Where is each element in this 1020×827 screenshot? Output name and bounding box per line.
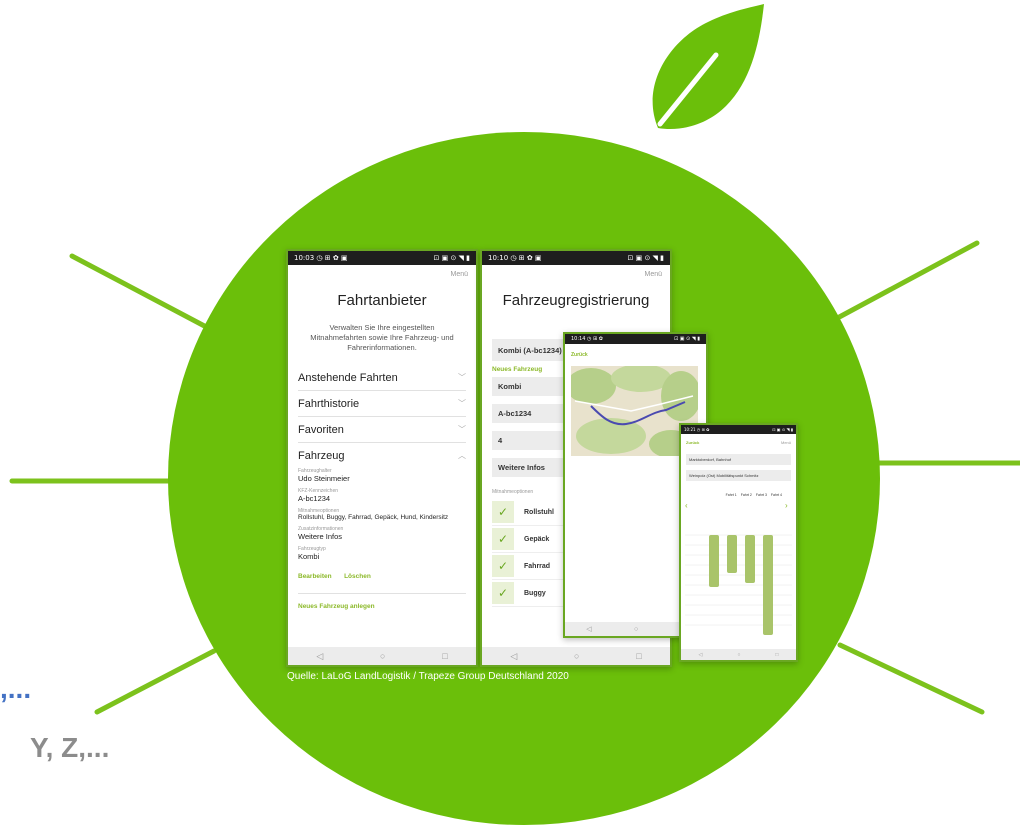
chevron-down-icon: ﹀ xyxy=(458,425,466,434)
to-field[interactable]: Weinpolz (Ost) Mobilitätspunkt Schmitz xyxy=(686,470,791,481)
from-field[interactable]: Marktoberdorf, Bahnhof xyxy=(686,454,791,465)
recent-nav-icon[interactable]: □ xyxy=(775,652,778,658)
chevron-down-icon: ﹀ xyxy=(458,399,466,408)
ride-bar-2 xyxy=(727,535,737,573)
check-icon: ✓ xyxy=(492,501,514,523)
ride-bar-4 xyxy=(763,535,773,635)
phone-schedule: 10:21 ◷ ⊞ ✿ ⊡ ▣ ⊙ ◥ ▮ Zurück Menü Markto… xyxy=(679,423,798,662)
nav-bar: ◁ ○ □ xyxy=(681,649,796,660)
ride-label: Fahrt 2 xyxy=(740,493,752,497)
chevron-down-icon: ﹀ xyxy=(458,373,466,382)
transport-value: Rollstuhl, Buggy, Fahrrad, Gepäck, Hund,… xyxy=(298,514,449,521)
recent-nav-icon[interactable]: □ xyxy=(442,651,447,661)
check-icon: ✓ xyxy=(492,582,514,604)
status-bar: 10:14 ◷ ⊞ ✿ ⊡ ▣ ⊙ ◥ ▮ xyxy=(565,334,706,344)
phone-fahrtanbieter: 10:03 ◷ ⊞ ✿ ▣ ⊡ ▣ ⊙ ◥ ▮ Menü Fahrtanbiet… xyxy=(286,249,478,667)
side-text-blue: ,... xyxy=(0,673,32,704)
back-nav-icon[interactable]: ◁ xyxy=(699,652,703,658)
schedule-grid xyxy=(685,534,792,635)
ride-label: Fahrt 3 xyxy=(755,493,767,497)
back-nav-icon[interactable]: ◁ xyxy=(316,651,323,662)
next-arrow-icon[interactable]: › xyxy=(785,501,788,510)
prev-arrow-icon[interactable]: ‹ xyxy=(685,501,688,510)
check-icon: ✓ xyxy=(492,528,514,550)
home-nav-icon[interactable]: ○ xyxy=(737,652,740,658)
check-icon: ✓ xyxy=(492,555,514,577)
chevron-up-icon: ︿ xyxy=(458,451,466,460)
back-link[interactable]: Zurück xyxy=(571,352,700,358)
delete-link[interactable]: Löschen xyxy=(344,573,371,580)
ride-label: Fahrt 1 xyxy=(725,493,737,497)
recent-nav-icon[interactable]: □ xyxy=(636,651,641,661)
type-value: Kombi xyxy=(298,552,320,561)
section-anstehende-fahrten[interactable]: Anstehende Fahrten ﹀ xyxy=(298,365,466,391)
nav-bar: ◁ ○ □ xyxy=(288,647,476,665)
ride-bar-1 xyxy=(709,535,719,587)
section-favoriten[interactable]: Favoriten ﹀ xyxy=(298,417,466,443)
source-caption: Quelle: LaLoG LandLogistik / Trapeze Gro… xyxy=(287,671,569,682)
status-bar: 10:03 ◷ ⊞ ✿ ▣ ⊡ ▣ ⊙ ◥ ▮ xyxy=(288,251,476,265)
menu-link[interactable]: Menü xyxy=(482,265,670,278)
holder-value: Udo Steinmeier xyxy=(298,474,350,483)
ride-label: Fahrt 4 xyxy=(770,493,782,497)
status-bar: 10:21 ◷ ⊞ ✿ ⊡ ▣ ⊙ ◥ ▮ xyxy=(681,425,796,434)
home-nav-icon[interactable]: ○ xyxy=(380,651,385,661)
new-vehicle-link[interactable]: Neues Fahrzeug anlegen xyxy=(298,603,466,610)
back-link[interactable]: Zurück xyxy=(686,440,699,445)
page-subtitle: Verwalten Sie Ihre eingestellten Mitnahm… xyxy=(310,323,454,352)
ride-bar-3 xyxy=(745,535,755,583)
menu-link[interactable]: Menü xyxy=(288,265,476,278)
edit-link[interactable]: Bearbeiten xyxy=(298,573,332,580)
page-title: Fahrzeugregistrierung xyxy=(502,292,650,309)
divider xyxy=(298,593,466,594)
section-fahrzeug[interactable]: Fahrzeug ︿ xyxy=(298,443,466,468)
home-nav-icon[interactable]: ○ xyxy=(574,651,579,661)
side-text-gray: Y, Z,... xyxy=(30,732,110,763)
nav-bar: ◁ ○ □ xyxy=(482,647,670,665)
section-fahrthistorie[interactable]: Fahrthistorie ﹀ xyxy=(298,391,466,417)
info-value: Weitere Infos xyxy=(298,532,343,541)
back-nav-icon[interactable]: ◁ xyxy=(510,651,517,662)
home-nav-icon[interactable]: ○ xyxy=(634,626,638,633)
page-title: Fahrtanbieter xyxy=(337,292,427,309)
plate-value: A-bc1234 xyxy=(298,494,331,503)
leaf-icon xyxy=(652,4,764,130)
back-nav-icon[interactable]: ◁ xyxy=(586,625,591,633)
menu-link[interactable]: Menü xyxy=(781,440,791,445)
status-bar: 10:10 ◷ ⊞ ✿ ▣ ⊡ ▣ ⊙ ◥ ▮ xyxy=(482,251,670,265)
